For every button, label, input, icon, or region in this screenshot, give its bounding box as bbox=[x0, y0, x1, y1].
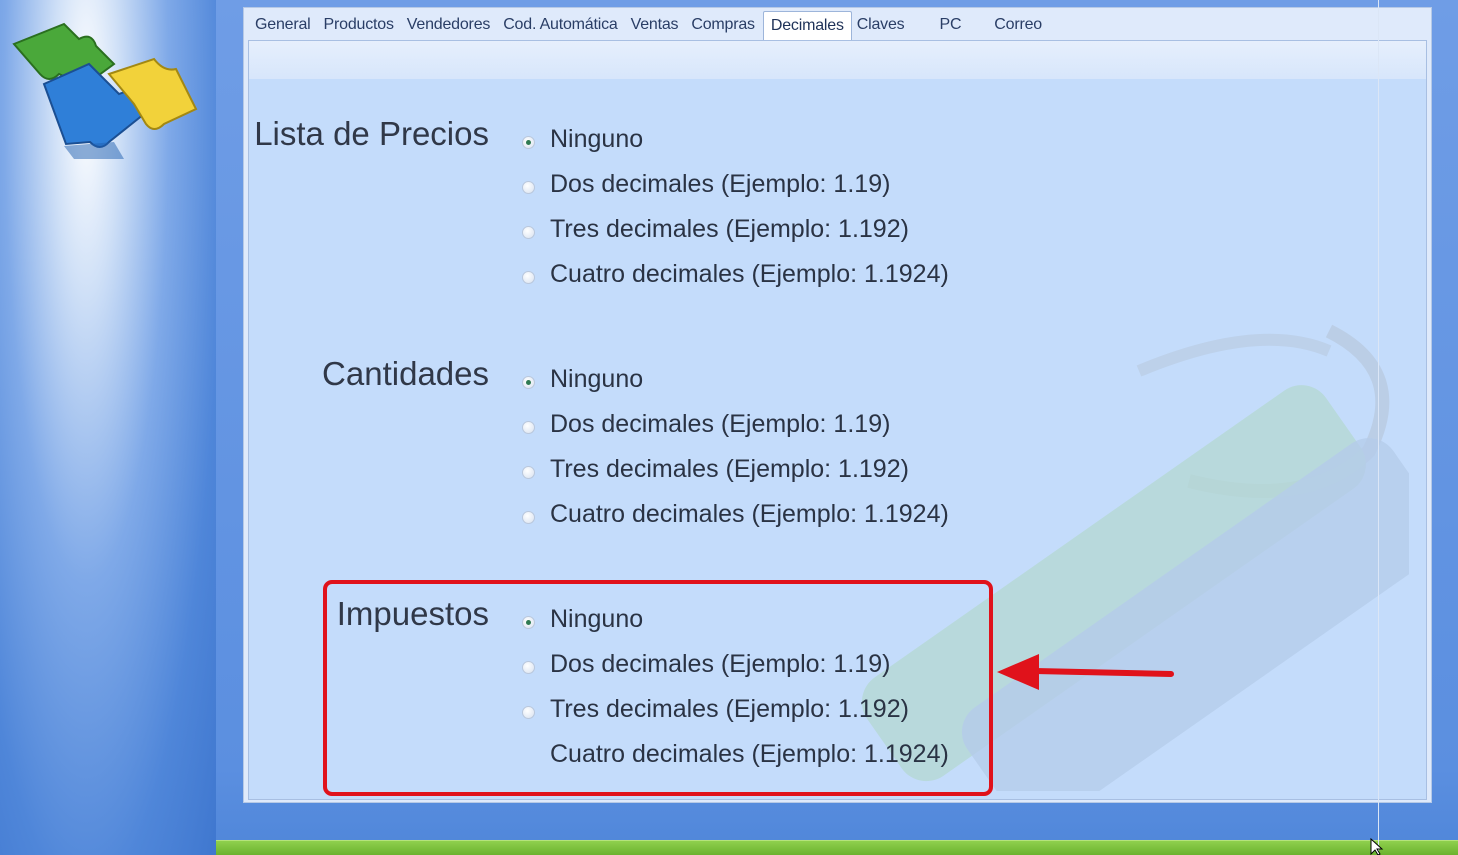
radio-button[interactable] bbox=[522, 510, 535, 524]
tab-pc[interactable]: PC bbox=[934, 13, 989, 41]
divider-line bbox=[1378, 0, 1379, 855]
radio-button[interactable] bbox=[522, 375, 535, 389]
panel-header-band bbox=[249, 41, 1426, 79]
option-cantidades-tres[interactable]: Tres decimales (Ejemplo: 1.192) bbox=[522, 454, 909, 484]
option-cantidades-ninguno[interactable]: Ninguno bbox=[522, 364, 643, 394]
highlight-box bbox=[323, 580, 993, 796]
option-label: Cuatro decimales (Ejemplo: 1.1924) bbox=[550, 499, 949, 528]
option-precios-dos[interactable]: Dos decimales (Ejemplo: 1.19) bbox=[522, 169, 890, 199]
tab-ventas[interactable]: Ventas bbox=[626, 13, 687, 41]
option-label: Cuatro decimales (Ejemplo: 1.1924) bbox=[550, 259, 949, 288]
mouse-cursor-icon bbox=[1370, 838, 1384, 855]
radio-button[interactable] bbox=[522, 180, 535, 194]
radio-button[interactable] bbox=[522, 225, 535, 239]
group-label-cantidades: Cantidades bbox=[322, 355, 489, 392]
tab-strip: General Productos Vendedores Cod. Automá… bbox=[250, 11, 1050, 42]
option-precios-cuatro[interactable]: Cuatro decimales (Ejemplo: 1.1924) bbox=[522, 259, 949, 289]
tab-cod-automatica[interactable]: Cod. Automática bbox=[498, 13, 625, 41]
option-cantidades-cuatro[interactable]: Cuatro decimales (Ejemplo: 1.1924) bbox=[522, 499, 949, 529]
tab-claves[interactable]: Claves bbox=[852, 13, 935, 41]
option-label: Ninguno bbox=[550, 124, 644, 153]
radio-button[interactable] bbox=[522, 420, 535, 434]
tab-productos[interactable]: Productos bbox=[319, 13, 402, 41]
option-label: Tres decimales (Ejemplo: 1.192) bbox=[550, 454, 909, 483]
arrow-pointer-icon bbox=[997, 654, 1174, 690]
option-cantidades-dos[interactable]: Dos decimales (Ejemplo: 1.19) bbox=[522, 409, 890, 439]
group-label-lista-precios: Lista de Precios bbox=[254, 115, 489, 152]
option-label: Ninguno bbox=[550, 364, 644, 393]
option-label: Tres decimales (Ejemplo: 1.192) bbox=[550, 214, 909, 243]
tab-decimales[interactable]: Decimales bbox=[762, 11, 852, 42]
radio-button[interactable] bbox=[522, 270, 535, 284]
option-precios-ninguno[interactable]: Ninguno bbox=[522, 124, 643, 154]
tab-general[interactable]: General bbox=[250, 13, 319, 41]
tab-compras[interactable]: Compras bbox=[686, 13, 763, 41]
option-label: Dos decimales (Ejemplo: 1.19) bbox=[550, 409, 891, 438]
tab-correo[interactable]: Correo bbox=[989, 13, 1050, 41]
radio-button[interactable] bbox=[522, 465, 535, 479]
option-label: Dos decimales (Ejemplo: 1.19) bbox=[550, 169, 891, 198]
option-precios-tres[interactable]: Tres decimales (Ejemplo: 1.192) bbox=[522, 214, 909, 244]
radio-button[interactable] bbox=[522, 135, 535, 149]
grass-strip bbox=[216, 840, 1458, 855]
tab-vendedores[interactable]: Vendedores bbox=[402, 13, 498, 41]
